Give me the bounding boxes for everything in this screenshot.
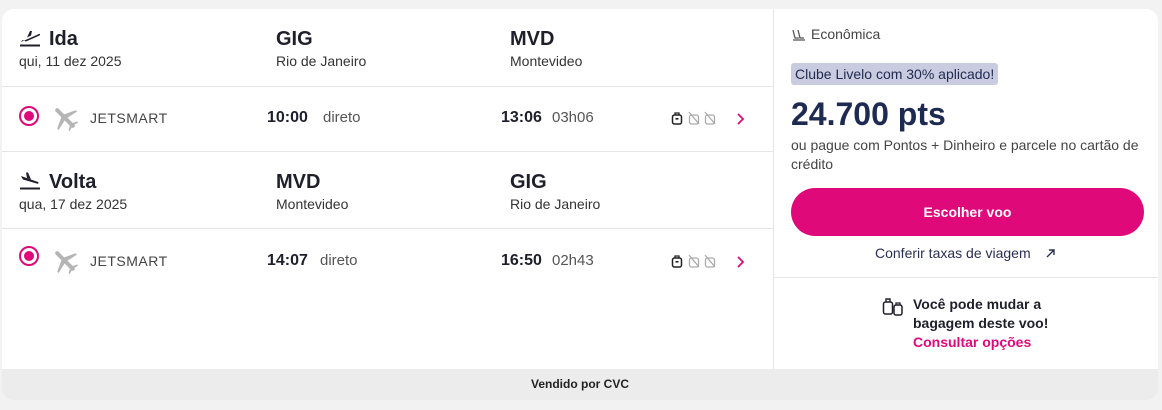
inbound-stops: direto xyxy=(320,252,358,269)
inbound-origin-city: Montevideo xyxy=(276,196,349,212)
promo-badge: Clube Livelo com 30% aplicado! xyxy=(791,63,999,85)
outbound-destination-city: Montevideo xyxy=(510,53,583,69)
inbound-date: qua, 17 dez 2025 xyxy=(19,196,128,212)
inbound-destination-code: GIG xyxy=(510,171,547,193)
airplane-landing-icon xyxy=(20,172,40,190)
outbound-destination-code: MVD xyxy=(510,28,555,50)
travel-taxes-link[interactable]: Conferir taxas de viagem xyxy=(875,245,1031,261)
consult-options-link[interactable]: Consultar opções xyxy=(913,334,1031,350)
divider xyxy=(2,86,773,87)
baggage-change-text: Você pode mudar a bagagem deste voo! xyxy=(913,296,1049,331)
airplane-icon xyxy=(55,251,79,275)
cabin-class: Econômica xyxy=(811,26,881,42)
outbound-depart-time: 10:00 xyxy=(267,109,308,126)
outbound-title: Ida xyxy=(49,28,78,50)
luggage-swap-icon xyxy=(882,298,903,316)
inbound-title: Volta xyxy=(49,171,97,193)
flight-offer-card: Ida qui, 11 dez 2025 GIG Rio de Janeiro … xyxy=(2,9,1158,400)
outbound-flight-radio[interactable] xyxy=(19,106,39,126)
divider xyxy=(2,151,773,152)
outbound-origin-city: Rio de Janeiro xyxy=(276,53,367,69)
arrow-up-right-icon xyxy=(1046,249,1055,258)
price-summary-panel: Econômica Clube Livelo com 30% aplicado!… xyxy=(773,9,1158,369)
inbound-depart-time: 14:07 xyxy=(267,252,308,269)
airplane-icon xyxy=(55,108,79,132)
chevron-right-icon[interactable] xyxy=(735,112,745,126)
inbound-airline: JETSMART xyxy=(90,253,168,269)
inbound-duration: 02h43 xyxy=(552,252,594,269)
outbound-origin-code: GIG xyxy=(276,28,313,50)
sold-by-footer: Vendido por CVC xyxy=(2,369,1158,400)
carry-on-bag-icon xyxy=(671,112,683,125)
seat-icon xyxy=(792,29,805,41)
bag-not-included-icon xyxy=(704,254,716,268)
outbound-stops: direto xyxy=(323,109,361,126)
airplane-takeoff-icon xyxy=(20,31,41,47)
choose-flight-button[interactable]: Escolher voo xyxy=(791,188,1144,236)
bag-not-included-icon xyxy=(688,254,700,268)
inbound-flight-radio[interactable] xyxy=(19,246,39,266)
outbound-date: qui, 11 dez 2025 xyxy=(19,53,122,69)
carry-on-bag-icon xyxy=(671,255,683,268)
itinerary-panel: Ida qui, 11 dez 2025 GIG Rio de Janeiro … xyxy=(2,9,773,369)
inbound-arrive-time: 16:50 xyxy=(501,252,542,269)
inbound-destination-city: Rio de Janeiro xyxy=(510,196,601,212)
payment-options-text: ou pague com Pontos + Dinheiro e parcele… xyxy=(791,137,1139,172)
divider xyxy=(774,277,1158,278)
divider xyxy=(2,228,773,229)
inbound-origin-code: MVD xyxy=(276,171,321,193)
outbound-duration: 03h06 xyxy=(552,109,594,126)
outbound-arrive-time: 13:06 xyxy=(501,109,542,126)
bag-not-included-icon xyxy=(688,111,700,125)
points-price: 24.700 pts xyxy=(791,96,946,132)
chevron-right-icon[interactable] xyxy=(735,255,745,269)
bag-not-included-icon xyxy=(704,111,716,125)
outbound-airline: JETSMART xyxy=(90,110,168,126)
